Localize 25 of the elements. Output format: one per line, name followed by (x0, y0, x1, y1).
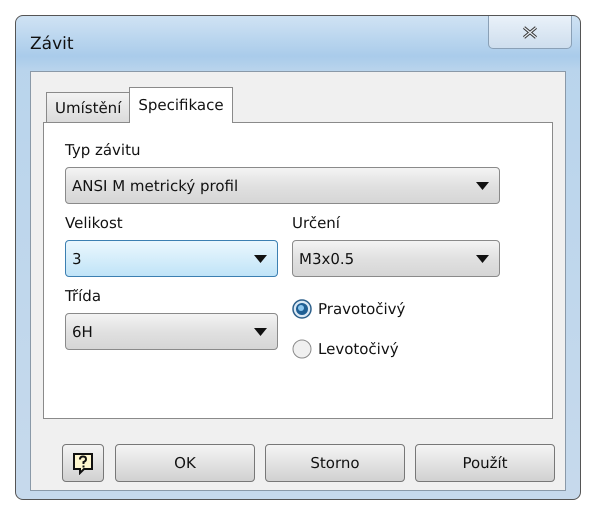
dialog-button[interactable]: OK (115, 444, 255, 482)
dialog-button[interactable]: Storno (265, 444, 405, 482)
field-label: Typ závitu (65, 141, 140, 159)
radio-button[interactable] (292, 339, 312, 359)
dialog-button[interactable]: Použít (415, 444, 555, 482)
caret-icon (476, 182, 489, 190)
dropdown[interactable]: M3x0.5 (292, 240, 500, 277)
field-label: Velikost (65, 214, 123, 232)
tab[interactable]: Umístění (46, 92, 130, 122)
help-icon (71, 451, 95, 475)
radio-label: Levotočivý (318, 340, 399, 358)
window-title: Závit (30, 34, 74, 54)
caret-icon (254, 328, 267, 336)
radio-label: Pravotočivý (318, 300, 406, 318)
radio-button[interactable] (292, 299, 312, 319)
close-icon (522, 26, 538, 38)
field-label: Třída (65, 287, 102, 305)
field-label: Určení (292, 214, 340, 232)
dropdown[interactable]: 6H (65, 313, 278, 350)
dropdown[interactable]: 3 (65, 240, 278, 277)
caret-icon (476, 254, 489, 262)
help-button[interactable] (62, 444, 104, 482)
caret-icon (254, 254, 267, 262)
tab[interactable]: Specifikace (129, 87, 233, 123)
dropdown[interactable]: ANSI M metrický profil (65, 167, 500, 204)
